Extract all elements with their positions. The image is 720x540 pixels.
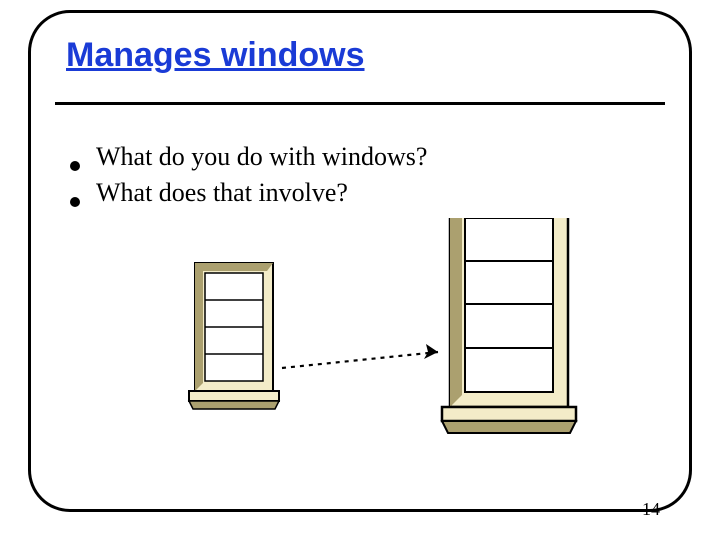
title-underline-rule: [55, 102, 665, 105]
list-item: What do you do with windows?: [70, 142, 590, 172]
slide-title: Manages windows: [66, 36, 365, 75]
page-number: 14: [642, 499, 660, 520]
windows-illustration-svg: [160, 218, 600, 463]
bullet-text: What does that involve?: [96, 178, 348, 208]
bullet-icon: [70, 197, 80, 207]
illustration: [160, 218, 600, 463]
slide: Manages windows What do you do with wind…: [0, 0, 720, 540]
small-window-icon: [189, 263, 279, 409]
bullet-icon: [70, 161, 80, 171]
list-item: What does that involve?: [70, 178, 590, 208]
bullet-text: What do you do with windows?: [96, 142, 427, 172]
bullet-list: What do you do with windows? What does t…: [70, 142, 590, 214]
arrow-icon: [282, 344, 438, 368]
large-window-icon: [442, 218, 576, 433]
